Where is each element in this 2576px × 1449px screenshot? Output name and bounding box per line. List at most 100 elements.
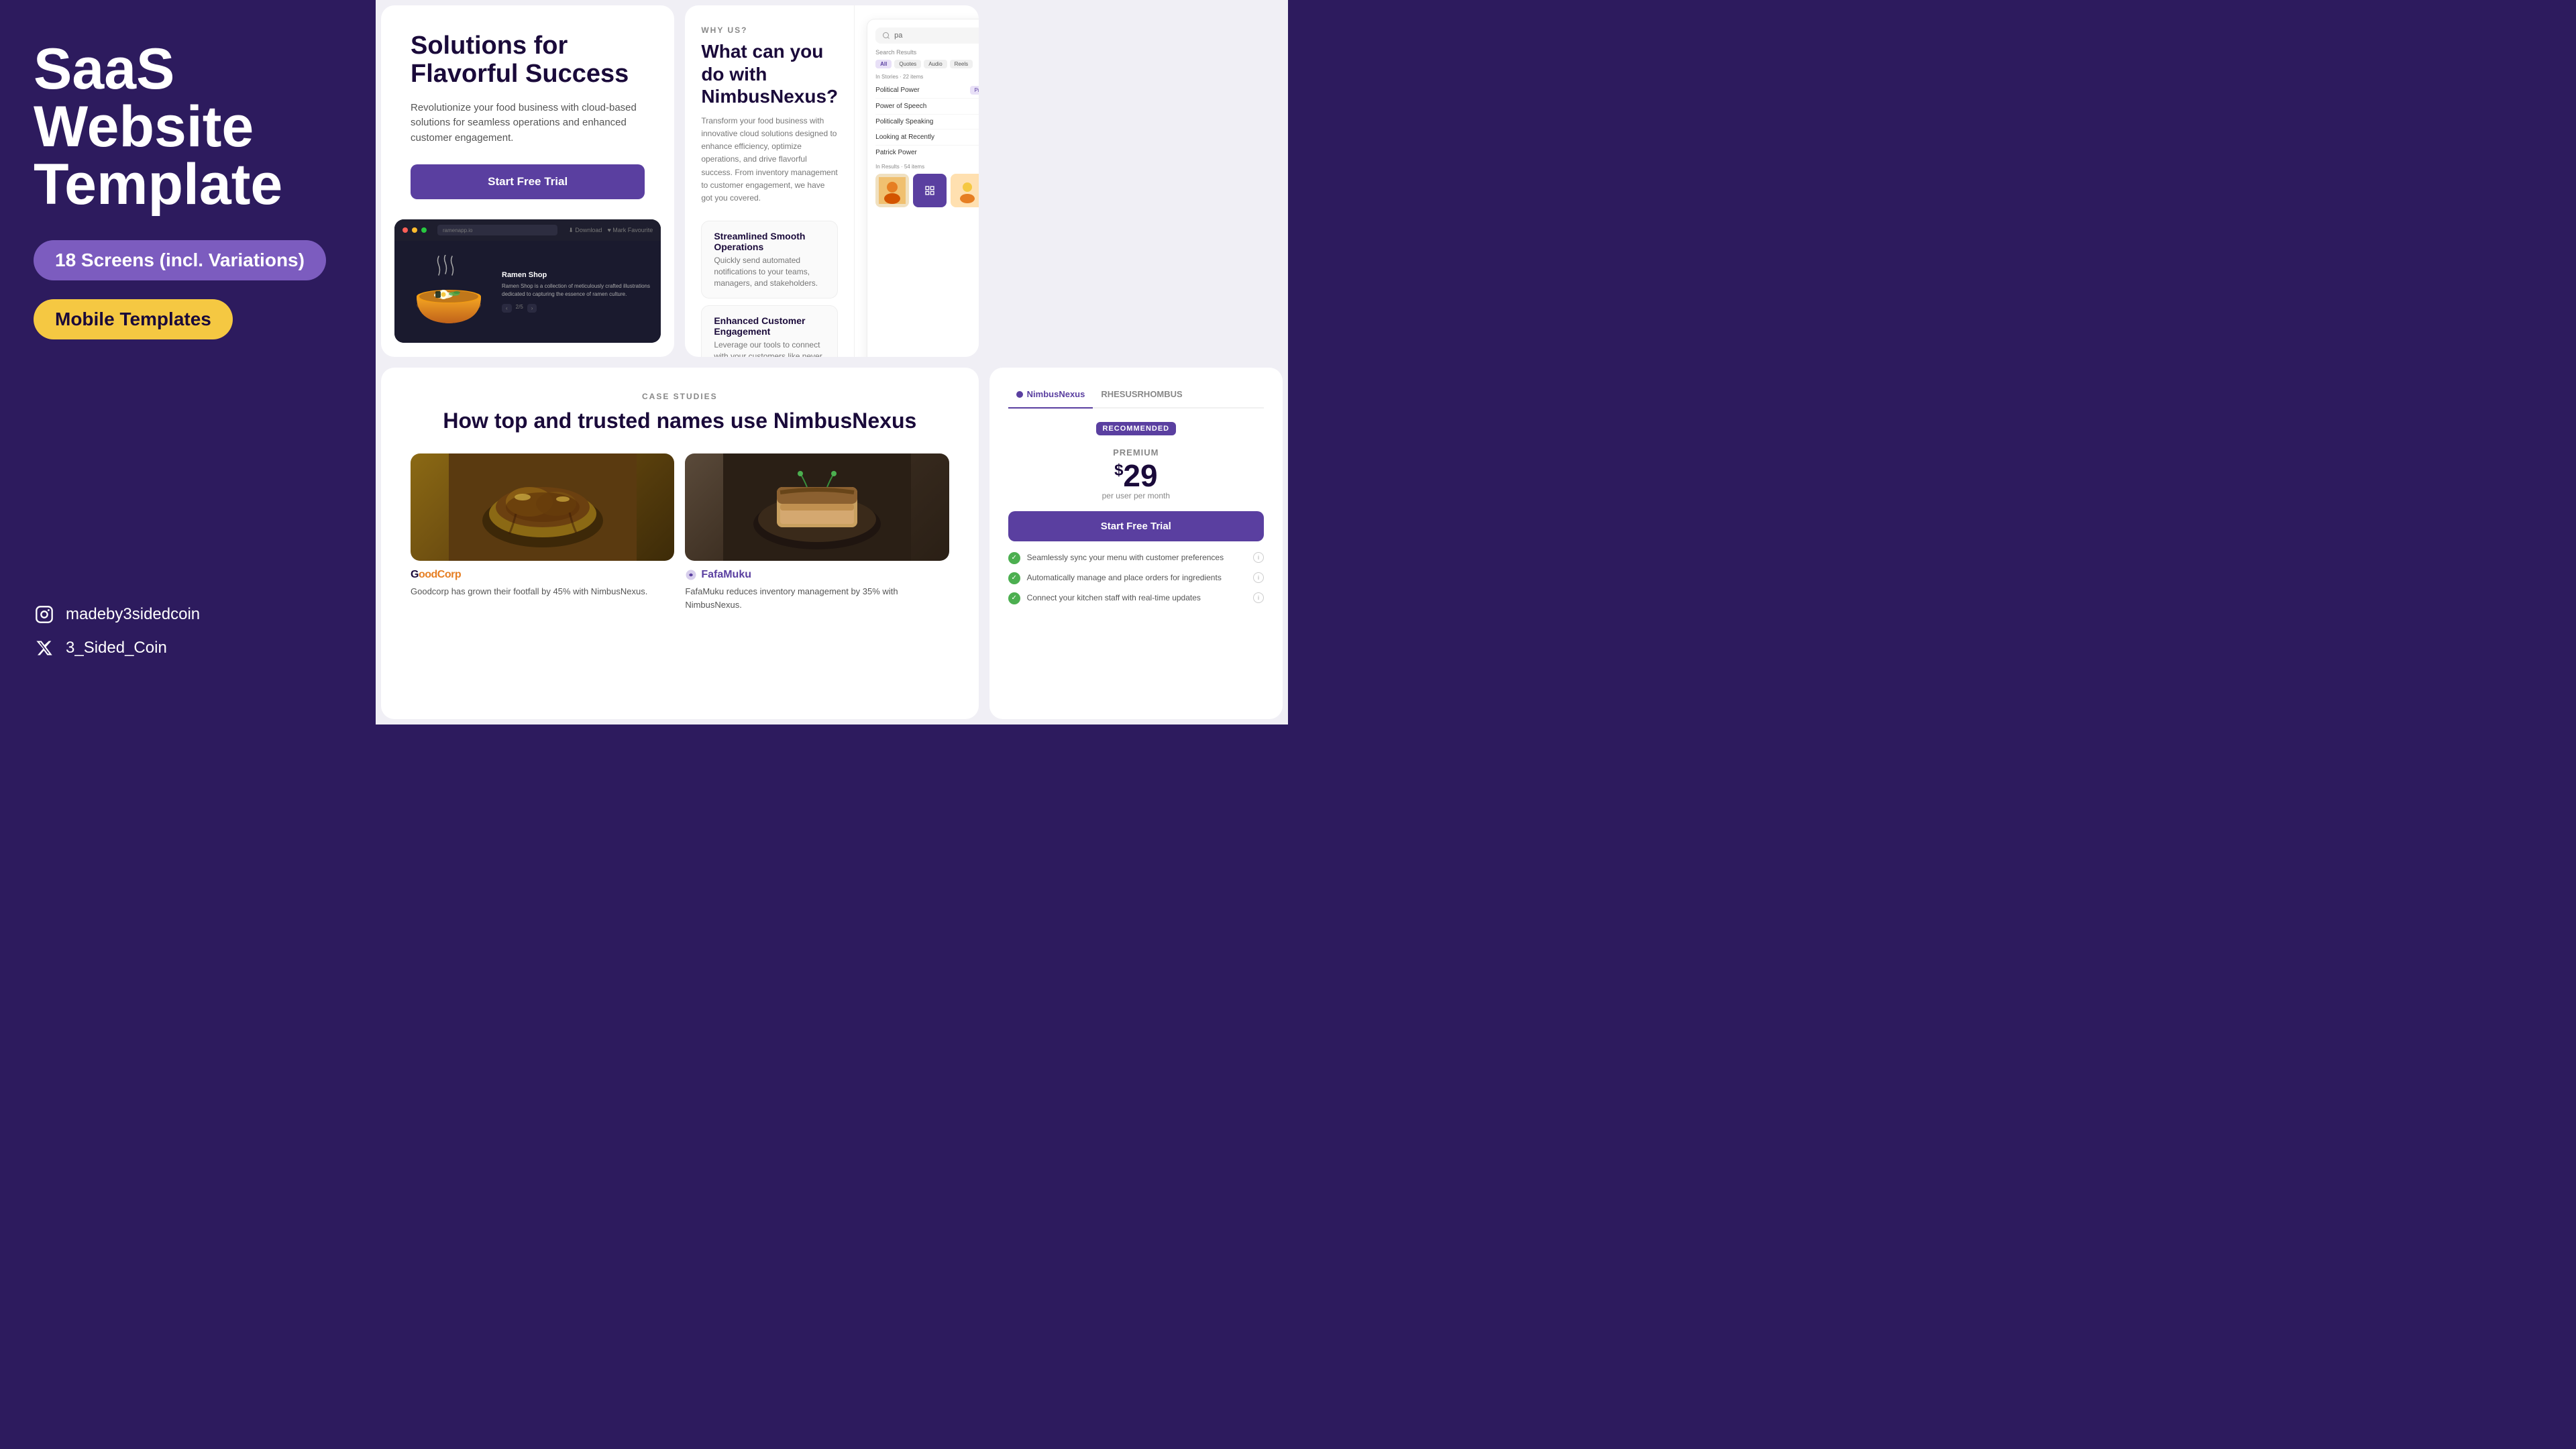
pricing-tab-nimbus[interactable]: NimbusNexus xyxy=(1008,384,1093,409)
feature-text-0: Seamlessly sync your menu with customer … xyxy=(1027,552,1224,564)
result-text-2: Politically Speaking xyxy=(875,118,933,125)
feature-desc-0: Quickly send automated notifications to … xyxy=(714,255,825,288)
case-label: CASE STUDIES xyxy=(411,392,949,401)
why-left-section: WHY US? What can you do with NimbusNexus… xyxy=(685,5,855,357)
feature-title-0: Streamlined Smooth Operations xyxy=(714,231,825,252)
fafa-brand-row: FafaMuku xyxy=(685,569,949,581)
result-rows: Political Power Prmo Power Open Store Po… xyxy=(875,83,979,160)
feature-desc-1: Leverage our tools to connect with your … xyxy=(714,339,825,357)
feature-text-1: Automatically manage and place orders fo… xyxy=(1027,572,1222,584)
filter-tags: All Quotes Audio Reels xyxy=(875,60,979,68)
why-title: What can you do with NimbusNexus? xyxy=(701,40,838,108)
avatar-1 xyxy=(913,174,947,207)
food-img-goodcorp xyxy=(411,453,674,561)
feature-title-1: Enhanced Customer Engagement xyxy=(714,315,825,337)
hero-cta-button[interactable]: Start Free Trial xyxy=(411,164,645,199)
pricing-price: $29 xyxy=(1008,460,1264,491)
avatar-2 xyxy=(951,174,979,207)
search-results-label: Search Results 76 results xyxy=(875,49,979,56)
plan-label: PREMIUM xyxy=(1008,447,1264,458)
badge-screens: 18 Screens (incl. Variations) xyxy=(34,240,326,280)
avatar-thumbnails xyxy=(875,174,979,207)
hero-desc: Revolutionize your food business with cl… xyxy=(411,101,645,146)
why-grid: WHY US? What can you do with NimbusNexus… xyxy=(685,5,978,357)
result-row-2: Politically Speaking xyxy=(875,115,979,129)
goodcorp-brand-row: GoodCorp xyxy=(411,569,674,581)
result-text-1: Power of Speech xyxy=(875,103,926,110)
case-goodcorp: GoodCorp Goodcorp has grown their footfa… xyxy=(411,453,674,611)
filter-all[interactable]: All xyxy=(875,60,892,68)
result-text-3: Looking at Recently xyxy=(875,133,934,141)
right-area: Solutions for Flavorful Success Revoluti… xyxy=(376,0,1288,724)
browser-dot-yellow xyxy=(412,227,417,233)
recommended-wrapper: RECOMMENDED xyxy=(1008,422,1264,442)
pricing-tab-rhesus[interactable]: RHESUSRHOMBUS xyxy=(1093,384,1190,409)
instagram-icon xyxy=(34,604,55,625)
case-fafamuku: FafaMuku FafaMuku reduces inventory mana… xyxy=(685,453,949,611)
pricing-feature-2: ✓ Connect your kitchen staff with real-t… xyxy=(1008,592,1264,604)
mockup-shop-desc: Ramen Shop is a collection of meticulous… xyxy=(502,282,650,299)
mark-fav-label: ♥ Mark Favourite xyxy=(607,227,653,233)
mockup-search-bar: pa xyxy=(875,28,979,44)
mockup-text-content: Ramen Shop Ramen Shop is a collection of… xyxy=(502,271,650,313)
goodcorp-logo: GoodCorp xyxy=(411,569,461,581)
hero-card: Solutions for Flavorful Success Revoluti… xyxy=(381,5,674,357)
badge-mobile: Mobile Templates xyxy=(34,299,233,339)
instagram-label: madeby3sidedcoin xyxy=(66,605,200,624)
why-label: WHY US? xyxy=(701,25,838,35)
download-label: ⬇ Download xyxy=(568,227,602,234)
social-instagram[interactable]: madeby3sidedcoin xyxy=(34,604,342,625)
check-icon-1: ✓ xyxy=(1008,572,1020,584)
goodcorp-case-text: Goodcorp has grown their footfall by 45%… xyxy=(411,585,674,598)
badges-row: 18 Screens (incl. Variations) Mobile Tem… xyxy=(34,240,342,339)
result-row-0: Political Power Prmo Power Open Store xyxy=(875,83,979,99)
case-images: GoodCorp Goodcorp has grown their footfa… xyxy=(411,453,949,611)
social-twitter[interactable]: 3_Sided_Coin xyxy=(34,637,342,659)
left-bottom: madeby3sidedcoin 3_Sided_Coin xyxy=(34,604,342,684)
check-icon-0: ✓ xyxy=(1008,552,1020,564)
pricing-tabs: NimbusNexus RHESUSRHOMBUS xyxy=(1008,384,1264,409)
feature-text-2: Connect your kitchen staff with real-tim… xyxy=(1027,592,1201,604)
info-icon-2[interactable]: i xyxy=(1253,592,1264,603)
pricing-feature-0: ✓ Seamlessly sync your menu with custome… xyxy=(1008,552,1264,564)
result-text-0: Political Power xyxy=(875,87,920,94)
pricing-period: per user per month xyxy=(1008,491,1264,500)
feature-item-1: Enhanced Customer Engagement Leverage ou… xyxy=(701,305,838,357)
nimbus-tab-label: NimbusNexus xyxy=(1016,389,1085,399)
case-title: How top and trusted names use NimbusNexu… xyxy=(411,408,949,433)
filter-reels[interactable]: Reels xyxy=(950,60,973,68)
result-row-3: Looking at Recently Customer Plan xyxy=(875,129,979,146)
filter-quotes[interactable]: Quotes xyxy=(894,60,921,68)
pricing-card: NimbusNexus RHESUSRHOMBUS RECOMMENDED PR… xyxy=(989,368,1283,719)
pricing-cta-button[interactable]: Start Free Trial xyxy=(1008,511,1264,541)
result-row-1: Power of Speech Prmo Power xyxy=(875,99,979,115)
case-img-fafamuku xyxy=(685,453,949,561)
page-prev[interactable]: ‹ xyxy=(502,304,512,313)
left-panel: SaaS Website Template 18 Screens (incl. … xyxy=(0,0,376,724)
fafa-logo-text: FafaMuku xyxy=(701,569,751,581)
fafa-case-text: FafaMuku reduces inventory management by… xyxy=(685,585,949,611)
info-icon-0[interactable]: i xyxy=(1253,552,1264,563)
case-studies-card: CASE STUDIES How top and trusted names u… xyxy=(381,368,979,719)
twitter-label: 3_Sided_Coin xyxy=(66,639,167,657)
fafa-logo-icon xyxy=(685,569,697,581)
result-row-4: Patrick Power xyxy=(875,146,979,160)
browser-actions: ⬇ Download ♥ Mark Favourite xyxy=(568,227,653,234)
currency-symbol: $ xyxy=(1114,462,1123,480)
mockup-body: Ramen Shop Ramen Shop is a collection of… xyxy=(394,241,661,343)
ramen-illustration xyxy=(405,252,492,332)
pricing-features: ✓ Seamlessly sync your menu with custome… xyxy=(1008,552,1264,604)
browser-dot-red xyxy=(402,227,408,233)
recommended-badge: RECOMMENDED xyxy=(1096,422,1177,435)
hero-title: Solutions for Flavorful Success xyxy=(411,32,645,89)
browser-dot-green xyxy=(421,227,427,233)
result-tag-0: Prmo Power xyxy=(970,86,978,95)
result-text-4: Patrick Power xyxy=(875,149,917,156)
info-icon-1[interactable]: i xyxy=(1253,572,1264,583)
hero-mockup: ramenapp.io ⬇ Download ♥ Mark Favourite xyxy=(394,219,661,343)
avatar-0 xyxy=(875,174,909,207)
left-top: SaaS Website Template 18 Screens (incl. … xyxy=(34,40,342,339)
filter-audio[interactable]: Audio xyxy=(924,60,947,68)
page-next[interactable]: › xyxy=(527,304,537,313)
search-query: pa xyxy=(894,32,902,40)
